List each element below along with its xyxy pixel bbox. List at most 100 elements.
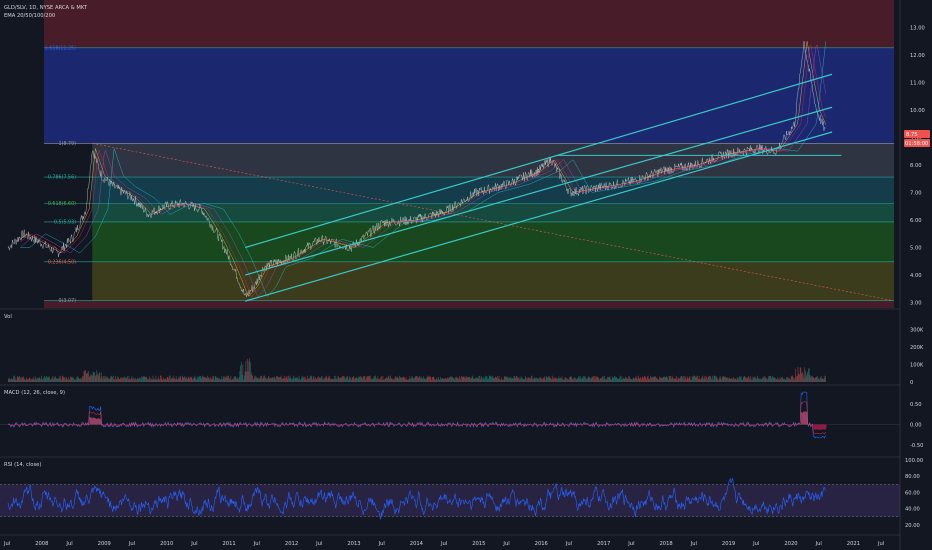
volume-bar bbox=[582, 378, 584, 382]
chart-canvas[interactable]: 1.618(11.25) 1(8.79) 0.786(7.56) 0.618(6.60… bbox=[0, 0, 932, 550]
volume-bar bbox=[252, 376, 253, 382]
volume-bar bbox=[250, 374, 252, 382]
volume-bar bbox=[598, 378, 600, 382]
volume-bar bbox=[575, 379, 577, 382]
volume-bar bbox=[133, 379, 135, 382]
volume-bar bbox=[429, 376, 430, 382]
volume-bar bbox=[208, 377, 209, 382]
volume-bar bbox=[30, 379, 32, 382]
volume-bar bbox=[718, 376, 720, 382]
volume-bar bbox=[677, 377, 679, 382]
volume-bar bbox=[697, 375, 698, 382]
volume-bar bbox=[592, 376, 594, 382]
macd-histogram-bar bbox=[708, 423, 710, 425]
volume-bar bbox=[12, 378, 14, 382]
volume-bar bbox=[601, 378, 603, 382]
time-axis-label: 2014 bbox=[410, 541, 424, 547]
macd-histogram-bar bbox=[388, 424, 389, 426]
macd-histogram-bar bbox=[805, 411, 807, 425]
volume-bar bbox=[556, 378, 558, 382]
volume-bar bbox=[70, 376, 71, 382]
time-axis-label: Jul bbox=[3, 541, 10, 547]
volume-bar bbox=[285, 377, 286, 382]
macd-histogram-bar bbox=[772, 424, 773, 426]
volume-bar bbox=[476, 377, 478, 382]
volume-bar bbox=[652, 376, 653, 382]
volume-bar bbox=[400, 377, 402, 382]
volume-bar bbox=[296, 378, 298, 382]
volume-bar bbox=[393, 379, 395, 382]
volume-bar bbox=[76, 377, 77, 382]
volume-bar bbox=[67, 379, 68, 382]
volume-bar bbox=[249, 358, 250, 382]
volume-bar bbox=[313, 376, 315, 382]
volume-bar bbox=[246, 371, 247, 382]
volume-bar bbox=[113, 379, 115, 382]
volume-bar bbox=[234, 376, 235, 382]
volume-bar bbox=[408, 379, 409, 382]
volume-bar bbox=[37, 378, 39, 382]
macd-label[interactable]: MACD (12, 26, close, 9) bbox=[4, 390, 65, 396]
macd-histogram-bar bbox=[810, 424, 812, 426]
volume-bar bbox=[561, 376, 563, 382]
volume-bar bbox=[657, 378, 659, 382]
volume-bar bbox=[694, 377, 696, 382]
macd-histogram-bar bbox=[417, 423, 419, 425]
volume-bar bbox=[765, 376, 767, 382]
volume-bar bbox=[814, 378, 815, 382]
rsi-label[interactable]: RSI (14, close) bbox=[4, 462, 41, 468]
volume-bar bbox=[739, 376, 741, 382]
volume-bar bbox=[638, 375, 639, 382]
volume-bar bbox=[466, 378, 468, 382]
volume-bar bbox=[347, 376, 349, 382]
volume-bar bbox=[619, 377, 621, 382]
volume-bar bbox=[498, 376, 500, 382]
indicator-label[interactable]: EMA 20/50/100/200 bbox=[4, 13, 55, 19]
volume-bar bbox=[630, 378, 632, 382]
volume-bar bbox=[64, 379, 66, 382]
volume-bar bbox=[83, 371, 85, 382]
volume-bar bbox=[274, 377, 276, 382]
volume-bar bbox=[506, 376, 507, 382]
macd-histogram-bar bbox=[96, 418, 97, 425]
volume-bar bbox=[682, 377, 683, 382]
volume-bar bbox=[312, 376, 314, 382]
volume-bar bbox=[405, 379, 406, 382]
volume-bar bbox=[729, 378, 731, 382]
volume-bar bbox=[641, 379, 642, 382]
volume-bar bbox=[148, 379, 149, 382]
volume-bar bbox=[10, 379, 11, 382]
volume-bar bbox=[303, 376, 304, 382]
volume-bar bbox=[513, 375, 515, 382]
fibonacci-retracement[interactable] bbox=[44, 0, 895, 308]
volume-bar bbox=[473, 378, 475, 382]
volume-bar bbox=[264, 377, 266, 382]
volume-bar bbox=[402, 377, 403, 382]
volume-bar bbox=[260, 375, 262, 382]
volume-bar bbox=[34, 376, 36, 382]
volume-bar bbox=[282, 378, 283, 382]
volume-bar bbox=[775, 378, 776, 382]
volume-bar bbox=[775, 379, 777, 382]
macd-histogram-bar bbox=[305, 424, 307, 426]
volume-bar bbox=[511, 378, 513, 382]
volume-bar bbox=[433, 376, 435, 382]
volume-bar bbox=[237, 377, 238, 382]
volume-bar bbox=[794, 377, 796, 382]
volume-label[interactable]: Vol bbox=[4, 314, 12, 320]
volume-bar bbox=[811, 376, 812, 382]
volume-bar bbox=[247, 371, 249, 382]
volume-bar bbox=[318, 376, 319, 382]
volume-bar bbox=[485, 376, 487, 382]
volume-bar bbox=[596, 376, 598, 382]
volume-bar bbox=[23, 377, 25, 382]
time-axis-label: 2017 bbox=[597, 541, 610, 547]
volume-bar bbox=[256, 378, 258, 382]
volume-bar bbox=[45, 376, 47, 382]
volume-bar bbox=[716, 377, 718, 382]
volume-bar bbox=[48, 377, 50, 382]
volume-bar bbox=[290, 377, 292, 382]
volume-bar bbox=[309, 377, 310, 382]
volume-bar bbox=[214, 379, 215, 382]
symbol-label[interactable]: GLD/SLV, 1D, NYSE ARCA & MKT bbox=[4, 5, 88, 11]
